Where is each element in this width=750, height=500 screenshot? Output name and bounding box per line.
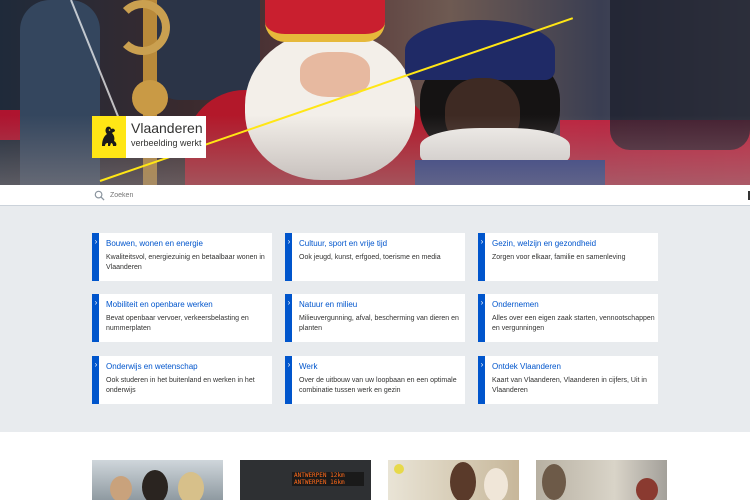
chevron-right-icon: › — [287, 237, 291, 246]
theme-card-ontdek[interactable]: › Ontdek Vlaanderen Kaart van Vlaanderen… — [478, 356, 658, 404]
theme-card-onderwijs[interactable]: › Onderwijs en wetenschap Ook studeren i… — [92, 356, 272, 404]
theme-title: Bouwen, wonen en energie — [106, 239, 203, 248]
theme-description: Alles over een eigen zaak starten, venno… — [492, 315, 655, 332]
flemish-lion-icon — [92, 116, 126, 158]
theme-title: Gezin, welzijn en gezondheid — [492, 239, 597, 248]
teaser-person — [636, 478, 658, 500]
theme-description: Kaart van Vlaanderen, Vlaanderen in cijf… — [492, 377, 647, 394]
hero-staff-knob — [132, 80, 168, 116]
teaser-image-1[interactable] — [92, 460, 223, 500]
theme-card-cultuur[interactable]: › Cultuur, sport en vrije tijd Ook jeugd… — [285, 233, 465, 281]
chevron-right-icon: › — [287, 298, 291, 307]
teaser-person — [484, 468, 508, 500]
theme-description: Bevat openbaar vervoer, verkeersbelastin… — [106, 315, 249, 332]
theme-title: Onderwijs en wetenschap — [106, 362, 198, 371]
traffic-sign-line-1: ANTWERPEN 12km — [294, 472, 345, 479]
hero-mitre — [265, 0, 385, 42]
theme-title: Natuur en milieu — [299, 300, 358, 309]
theme-title: Ontdek Vlaanderen — [492, 362, 561, 371]
theme-card-bouwen[interactable]: › Bouwen, wonen en energie Kwaliteitsvol… — [92, 233, 272, 281]
chevron-right-icon: › — [480, 237, 484, 246]
teaser-image-2[interactable]: ANTWERPEN 12km ANTWERPEN 16km — [240, 460, 371, 500]
theme-card-werk[interactable]: › Werk Over de uitbouw van uw loopbaan e… — [285, 356, 465, 404]
hero-staff-crook — [115, 0, 170, 55]
theme-title: Ondernemen — [492, 300, 539, 309]
teaser-person — [450, 462, 476, 500]
search-bar — [0, 185, 750, 206]
chevron-right-icon: › — [480, 360, 484, 369]
chevron-right-icon: › — [287, 360, 291, 369]
traffic-sign: ANTWERPEN 12km ANTWERPEN 16km — [292, 472, 364, 486]
theme-title: Mobiliteit en openbare werken — [106, 300, 213, 309]
theme-description: Ook studeren in het buitenland en werken… — [106, 377, 255, 394]
teaser-image-4[interactable] — [536, 460, 667, 500]
theme-card-mobiliteit[interactable]: › Mobiliteit en openbare werken Bevat op… — [92, 294, 272, 342]
theme-grid: › Bouwen, wonen en energie Kwaliteitsvol… — [0, 206, 750, 432]
logo-brand: Vlaanderen — [131, 120, 203, 136]
logo-tagline: verbeelding werkt — [131, 138, 202, 148]
theme-description: Ook jeugd, kunst, erfgoed, toerisme en m… — [299, 254, 441, 261]
theme-description: Milieuvergunning, afval, bescherming van… — [299, 315, 459, 332]
search-icon[interactable] — [94, 190, 105, 201]
vlaanderen-logo[interactable]: Vlaanderen verbeelding werkt — [92, 116, 206, 158]
teaser-person — [142, 470, 168, 500]
chevron-right-icon: › — [94, 237, 98, 246]
theme-description: Zorgen voor elkaar, familie en samenlevi… — [492, 254, 626, 261]
chevron-right-icon: › — [94, 298, 98, 307]
theme-card-natuur[interactable]: › Natuur en milieu Milieuvergunning, afv… — [285, 294, 465, 342]
theme-card-gezin[interactable]: › Gezin, welzijn en gezondheid Zorgen vo… — [478, 233, 658, 281]
news-teasers: ANTWERPEN 12km ANTWERPEN 16km — [0, 432, 750, 500]
teaser-person — [110, 476, 132, 500]
flemish-lion-icon-svg — [102, 126, 117, 146]
theme-title: Cultuur, sport en vrije tijd — [299, 239, 388, 248]
logo-text: Vlaanderen verbeelding werkt — [126, 116, 203, 158]
theme-description: Kwaliteitsvol, energiezuinig en betaalba… — [106, 254, 265, 271]
search-input[interactable] — [110, 188, 730, 203]
chevron-right-icon: › — [94, 360, 98, 369]
teaser-person — [542, 464, 566, 500]
theme-card-ondernemen[interactable]: › Ondernemen Alles over een eigen zaak s… — [478, 294, 658, 342]
teaser-plant — [394, 464, 404, 474]
teaser-image-3[interactable] — [388, 460, 519, 500]
traffic-sign-line-2: ANTWERPEN 16km — [294, 479, 345, 486]
theme-description: Over de uitbouw van uw loopbaan en een o… — [299, 377, 457, 394]
teaser-person — [178, 472, 204, 500]
chevron-right-icon: › — [480, 298, 484, 307]
theme-title: Werk — [299, 362, 318, 371]
